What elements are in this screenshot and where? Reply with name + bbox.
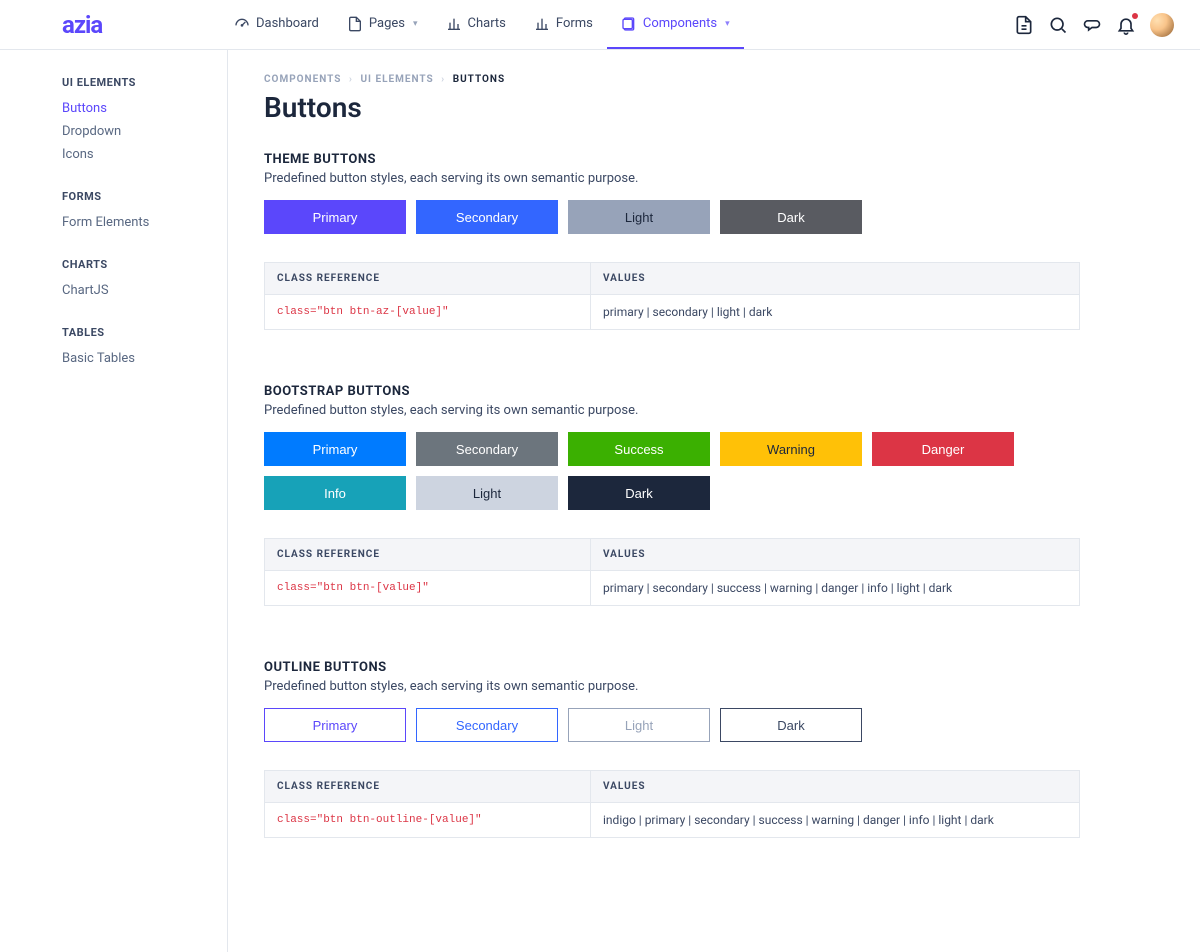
chevron-down-icon: ▾ (725, 19, 730, 29)
theme-secondary-button[interactable]: Secondary (416, 200, 558, 234)
col-class-reference: CLASS REFERENCE (265, 771, 591, 803)
sidebar-link-dropdown[interactable]: Dropdown (62, 120, 207, 143)
search-icon[interactable] (1048, 15, 1068, 35)
user-avatar[interactable] (1150, 13, 1174, 37)
col-values: VALUES (591, 539, 1080, 571)
package-icon (534, 16, 550, 32)
cell-class-reference: class="btn btn-az-[value]" (265, 295, 591, 330)
section-title: BOOTSTRAP BUTTONS (264, 384, 1080, 399)
crumb-current: BUTTONS (453, 74, 505, 85)
speedometer-icon (234, 16, 250, 32)
nav-dashboard[interactable]: Dashboard (220, 0, 333, 49)
nav-label: Pages (369, 16, 405, 31)
section-theme-buttons: THEME BUTTONS Predefined button styles, … (264, 152, 1080, 330)
bs-success-button[interactable]: Success (568, 432, 710, 466)
messages-icon[interactable] (1082, 15, 1102, 35)
bs-info-button[interactable]: Info (264, 476, 406, 510)
page-title: Buttons (264, 91, 1080, 124)
sidebar-link-basic-tables[interactable]: Basic Tables (62, 347, 207, 370)
outline-light-button[interactable]: Light (568, 708, 710, 742)
document-icon[interactable] (1014, 15, 1034, 35)
top-nav: Dashboard Pages ▾ Charts Forms Component… (220, 0, 744, 49)
bs-primary-button[interactable]: Primary (264, 432, 406, 466)
nav-label: Forms (556, 16, 593, 31)
nav-pages[interactable]: Pages ▾ (333, 0, 432, 49)
col-values: VALUES (591, 263, 1080, 295)
sidebar-group-forms: FORMS Form Elements (62, 190, 207, 234)
section-desc: Predefined button styles, each serving i… (264, 403, 1080, 418)
sidebar-heading: CHARTS (62, 258, 207, 271)
notifications-icon[interactable] (1116, 15, 1136, 35)
crumb-ui-elements[interactable]: UI ELEMENTS (360, 74, 433, 85)
theme-reference-table: CLASS REFERENCE VALUES class="btn btn-az… (264, 262, 1080, 330)
outline-secondary-button[interactable]: Secondary (416, 708, 558, 742)
section-bootstrap-buttons: BOOTSTRAP BUTTONS Predefined button styl… (264, 384, 1080, 606)
bs-dark-button[interactable]: Dark (568, 476, 710, 510)
theme-dark-button[interactable]: Dark (720, 200, 862, 234)
sidebar: UI ELEMENTS Buttons Dropdown Icons FORMS… (0, 50, 228, 952)
sidebar-link-form-elements[interactable]: Form Elements (62, 211, 207, 234)
button-row: Primary Secondary Light Dark (264, 708, 1080, 742)
cell-values: primary | secondary | light | dark (591, 295, 1080, 330)
col-class-reference: CLASS REFERENCE (265, 539, 591, 571)
button-row: Primary Secondary Success Warning Danger… (264, 432, 1080, 510)
col-class-reference: CLASS REFERENCE (265, 263, 591, 295)
bs-light-button[interactable]: Light (416, 476, 558, 510)
nav-charts[interactable]: Charts (432, 0, 520, 49)
bs-danger-button[interactable]: Danger (872, 432, 1014, 466)
sidebar-group-tables: TABLES Basic Tables (62, 326, 207, 370)
nav-label: Charts (468, 16, 506, 31)
breadcrumb: COMPONENTS › UI ELEMENTS › BUTTONS (264, 74, 1080, 85)
sidebar-group-charts: CHARTS ChartJS (62, 258, 207, 302)
bs-secondary-button[interactable]: Secondary (416, 432, 558, 466)
section-outline-buttons: OUTLINE BUTTONS Predefined button styles… (264, 660, 1080, 838)
bootstrap-reference-table: CLASS REFERENCE VALUES class="btn btn-[v… (264, 538, 1080, 606)
sidebar-group-ui-elements: UI ELEMENTS Buttons Dropdown Icons (62, 76, 207, 166)
theme-primary-button[interactable]: Primary (264, 200, 406, 234)
header-actions (1014, 13, 1180, 37)
sidebar-link-buttons[interactable]: Buttons (62, 97, 207, 120)
sidebar-link-chartjs[interactable]: ChartJS (62, 279, 207, 302)
cell-values: indigo | primary | secondary | success |… (591, 803, 1080, 838)
theme-light-button[interactable]: Light (568, 200, 710, 234)
topbar: azia Dashboard Pages ▾ Charts Forms Comp… (0, 0, 1200, 50)
nav-label: Components (643, 16, 717, 31)
outline-dark-button[interactable]: Dark (720, 708, 862, 742)
sidebar-link-icons[interactable]: Icons (62, 143, 207, 166)
sidebar-heading: UI ELEMENTS (62, 76, 207, 89)
crumb-components[interactable]: COMPONENTS (264, 74, 341, 85)
bar-chart-icon (446, 16, 462, 32)
brand-logo[interactable]: azia (20, 11, 220, 39)
nav-forms[interactable]: Forms (520, 0, 607, 49)
nav-label: Dashboard (256, 16, 319, 31)
outline-primary-button[interactable]: Primary (264, 708, 406, 742)
layers-icon (621, 16, 637, 32)
cell-values: primary | secondary | success | warning … (591, 571, 1080, 606)
section-desc: Predefined button styles, each serving i… (264, 171, 1080, 186)
bs-warning-button[interactable]: Warning (720, 432, 862, 466)
col-values: VALUES (591, 771, 1080, 803)
sidebar-heading: TABLES (62, 326, 207, 339)
outline-reference-table: CLASS REFERENCE VALUES class="btn btn-ou… (264, 770, 1080, 838)
nav-components[interactable]: Components ▾ (607, 0, 744, 49)
chevron-right-icon: › (441, 74, 445, 85)
main-content: COMPONENTS › UI ELEMENTS › BUTTONS Butto… (228, 50, 1200, 952)
file-icon (347, 16, 363, 32)
button-row: Primary Secondary Light Dark (264, 200, 1080, 234)
section-desc: Predefined button styles, each serving i… (264, 679, 1080, 694)
sidebar-heading: FORMS (62, 190, 207, 203)
cell-class-reference: class="btn btn-outline-[value]" (265, 803, 591, 838)
section-title: OUTLINE BUTTONS (264, 660, 1080, 675)
cell-class-reference: class="btn btn-[value]" (265, 571, 591, 606)
chevron-right-icon: › (349, 74, 353, 85)
chevron-down-icon: ▾ (413, 19, 418, 29)
section-title: THEME BUTTONS (264, 152, 1080, 167)
